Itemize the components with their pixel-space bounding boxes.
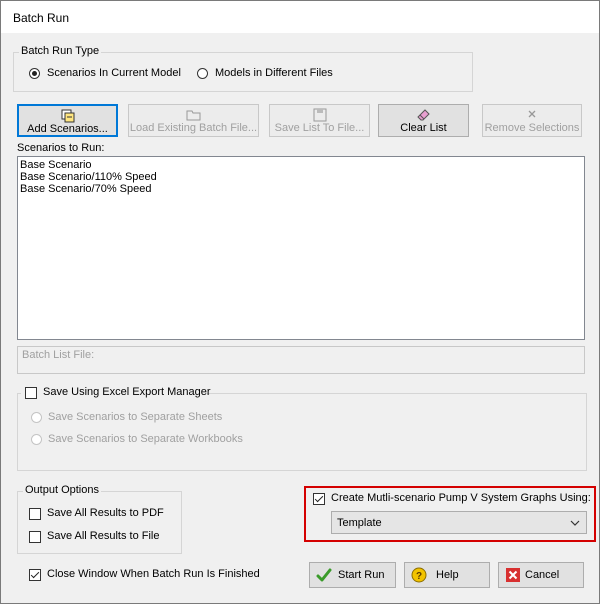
list-item[interactable]: Base Scenario bbox=[18, 159, 584, 171]
window-title: Batch Run bbox=[13, 11, 70, 25]
remove-x-icon bbox=[528, 110, 536, 118]
scenarios-listbox[interactable]: Base Scenario Base Scenario/110% Speed B… bbox=[17, 156, 585, 340]
remove-selections-label: Remove Selections bbox=[484, 122, 580, 134]
create-graphs-label[interactable]: Create Mutli-scenario Pump V System Grap… bbox=[331, 492, 591, 504]
cancel-button[interactable]: Cancel bbox=[498, 562, 584, 588]
radio-scenarios-current-model-label[interactable]: Scenarios In Current Model bbox=[47, 67, 181, 79]
save-pdf-label[interactable]: Save All Results to PDF bbox=[47, 507, 164, 519]
list-item[interactable]: Base Scenario/110% Speed bbox=[18, 171, 584, 183]
cancel-label: Cancel bbox=[525, 569, 560, 581]
remove-selections-button[interactable]: Remove Selections bbox=[482, 104, 582, 137]
radio-separate-workbooks-label[interactable]: Save Scenarios to Separate Workbooks bbox=[48, 433, 243, 445]
radio-scenarios-current-model[interactable] bbox=[29, 68, 40, 79]
start-run-button[interactable]: Start Run bbox=[309, 562, 396, 588]
eraser-icon bbox=[416, 109, 430, 121]
batch-run-type-legend: Batch Run Type bbox=[19, 45, 102, 57]
title-bar: Batch Run bbox=[1, 1, 599, 33]
graph-template-value: Template bbox=[337, 517, 382, 529]
help-icon: ? bbox=[411, 567, 427, 583]
save-disk-icon bbox=[313, 108, 326, 122]
list-item[interactable]: Base Scenario/70% Speed bbox=[18, 183, 584, 195]
clear-list-label: Clear List bbox=[400, 122, 447, 134]
radio-separate-sheets-label[interactable]: Save Scenarios to Separate Sheets bbox=[48, 411, 222, 423]
save-list-label: Save List To File... bbox=[274, 122, 365, 134]
open-folder-icon bbox=[186, 110, 200, 121]
add-scenarios-button[interactable]: Add Scenarios... bbox=[17, 104, 118, 137]
save-pdf-checkbox[interactable] bbox=[29, 508, 41, 520]
batch-run-dialog: Batch Run Batch Run Type Scenarios In Cu… bbox=[0, 0, 600, 604]
start-run-label: Start Run bbox=[338, 569, 385, 581]
help-button[interactable]: ? Help bbox=[404, 562, 490, 588]
clear-list-button[interactable]: Clear List bbox=[378, 104, 469, 137]
excel-export-checkbox[interactable] bbox=[25, 387, 37, 399]
scenarios-to-run-label: Scenarios to Run: bbox=[17, 142, 105, 154]
output-options-legend: Output Options bbox=[23, 484, 101, 496]
add-scenarios-icon bbox=[61, 109, 74, 123]
svg-text:?: ? bbox=[416, 571, 422, 582]
radio-separate-workbooks[interactable] bbox=[31, 434, 42, 445]
output-options-group bbox=[17, 491, 182, 554]
load-batch-file-button[interactable]: Load Existing Batch File... bbox=[128, 104, 259, 137]
load-batch-file-label: Load Existing Batch File... bbox=[129, 122, 258, 134]
radio-models-different-files-label[interactable]: Models in Different Files bbox=[215, 67, 333, 79]
chevron-down-icon bbox=[570, 520, 580, 526]
save-file-label[interactable]: Save All Results to File bbox=[47, 530, 160, 542]
radio-separate-sheets[interactable] bbox=[31, 412, 42, 423]
save-file-checkbox[interactable] bbox=[29, 531, 41, 543]
add-scenarios-label: Add Scenarios... bbox=[27, 123, 108, 135]
help-label: Help bbox=[436, 569, 459, 581]
batch-list-file-field: Batch List File: bbox=[17, 346, 585, 374]
save-list-button[interactable]: Save List To File... bbox=[269, 104, 370, 137]
cancel-x-icon bbox=[506, 568, 520, 582]
radio-models-different-files[interactable] bbox=[197, 68, 208, 79]
close-window-checkbox[interactable] bbox=[29, 569, 41, 581]
create-graphs-checkbox[interactable] bbox=[313, 493, 325, 505]
checkmark-icon bbox=[316, 568, 332, 582]
batch-list-file-label: Batch List File: bbox=[22, 349, 95, 361]
excel-export-label[interactable]: Save Using Excel Export Manager bbox=[43, 386, 211, 398]
excel-export-group bbox=[17, 393, 587, 471]
graph-template-select[interactable]: Template bbox=[331, 511, 587, 534]
close-window-label[interactable]: Close Window When Batch Run Is Finished bbox=[47, 568, 260, 580]
